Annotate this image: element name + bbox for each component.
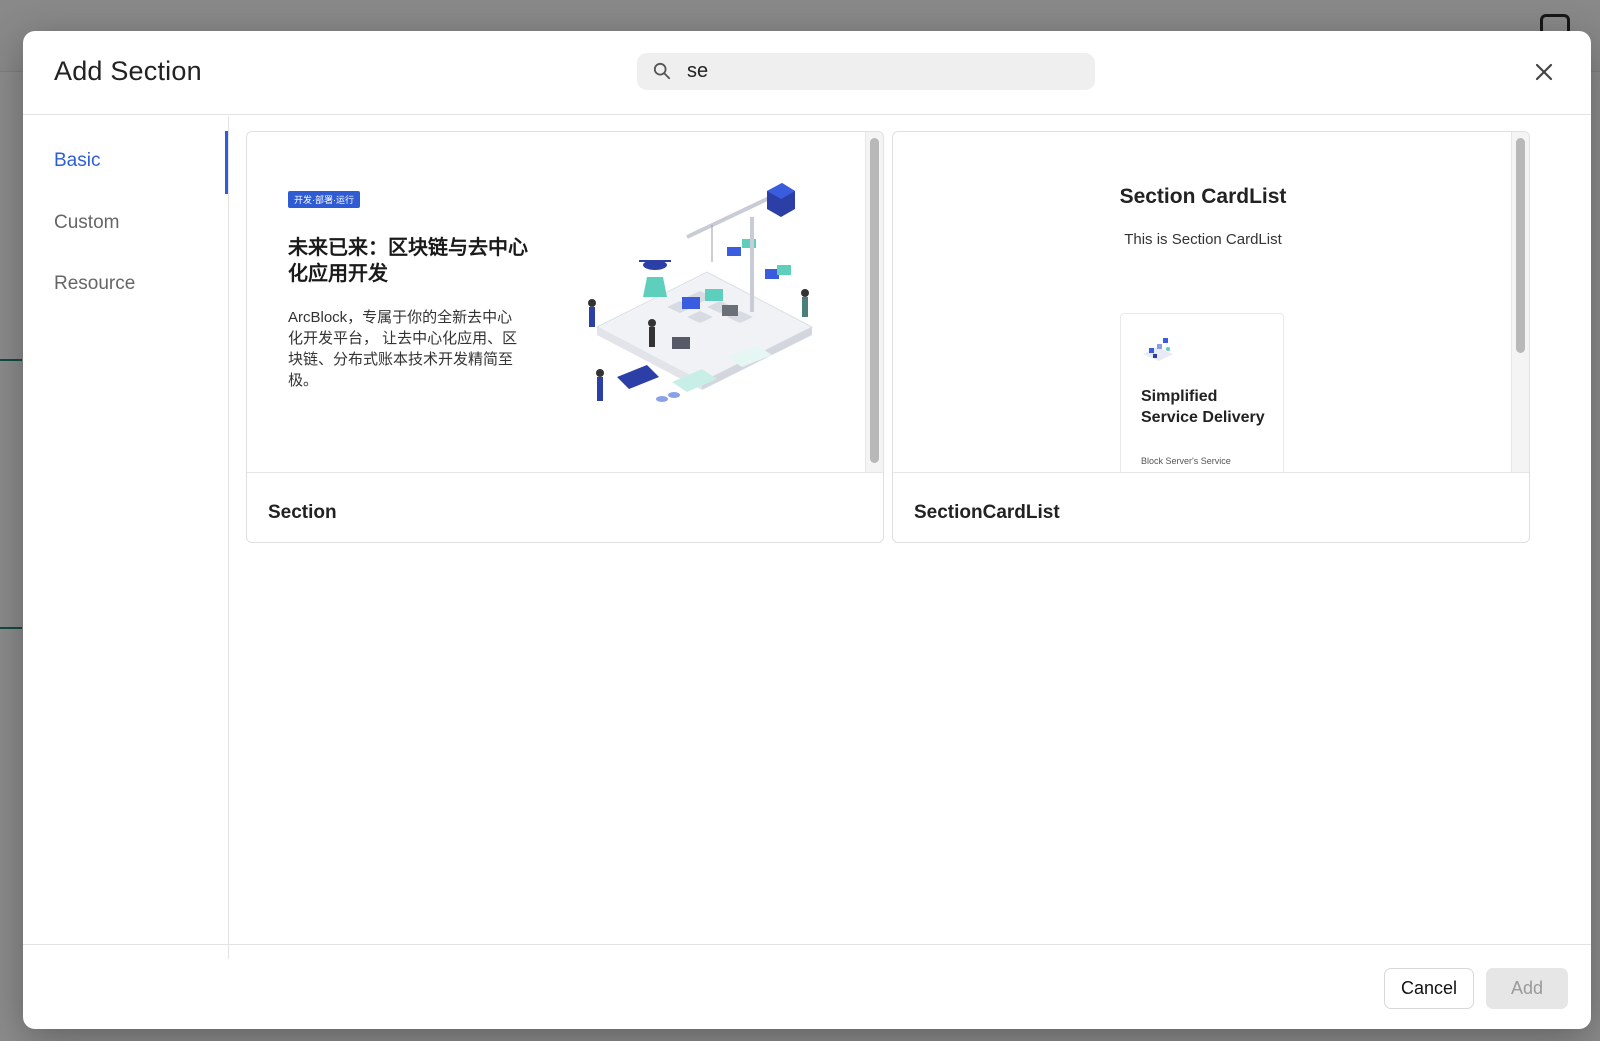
feature-card-subtitle: Block Server's Service	[1141, 456, 1231, 466]
add-section-dialog: Add Section Basic Custom Resource 开发·部署·…	[23, 31, 1591, 1029]
preview-badge: 开发·部署·运行	[288, 191, 360, 208]
card-title: SectionCardList	[914, 502, 1060, 523]
preview-body: ArcBlock，专属于你的全新去中心化开发平台， 让去中心化应用、区块链、分布…	[288, 309, 518, 389]
card-title: Section	[268, 502, 337, 523]
sectioncardlist-card[interactable]: Section CardList This is Section CardLis…	[892, 131, 1530, 543]
search-box[interactable]	[637, 53, 1095, 90]
category-sidebar: Basic Custom Resource	[23, 116, 229, 959]
sidebar-item-basic[interactable]: Basic	[54, 150, 100, 172]
sidebar-item-custom[interactable]: Custom	[54, 212, 119, 234]
preview-title: Section CardList	[1119, 185, 1287, 208]
dialog-title: Add Section	[54, 56, 202, 86]
preview-headline: 未来已来：区块链与去中心化应用开发	[288, 237, 528, 285]
dialog-footer: Cancel Add	[23, 944, 1591, 1029]
feature-card-title: Simplified Service Delivery	[1141, 388, 1265, 426]
cancel-button[interactable]: Cancel	[1384, 968, 1474, 1009]
section-preview: 开发·部署·运行 未来已来：区块链与去中心化应用开发 ArcBlock，专属于你…	[247, 132, 883, 473]
search-icon	[653, 62, 671, 80]
preview-scrollbar[interactable]	[1511, 132, 1529, 472]
sectioncardlist-preview: Section CardList This is Section CardLis…	[893, 132, 1529, 473]
sidebar-item-resource[interactable]: Resource	[54, 273, 135, 295]
dialog-header: Add Section	[23, 31, 1591, 115]
preview-subtitle: This is Section CardList	[1124, 231, 1282, 248]
scrollbar-thumb[interactable]	[1516, 138, 1525, 353]
isometric-illustration	[588, 183, 814, 402]
add-button[interactable]: Add	[1486, 968, 1568, 1009]
preview-feature-card: Simplified Service Delivery Block Server…	[1120, 313, 1284, 472]
feature-illustration-icon	[1143, 338, 1173, 361]
section-card[interactable]: 开发·部署·运行 未来已来：区块链与去中心化应用开发 ArcBlock，专属于你…	[246, 131, 884, 543]
close-icon[interactable]	[1531, 59, 1557, 85]
scrollbar-thumb[interactable]	[870, 138, 879, 463]
search-input[interactable]	[687, 53, 1077, 90]
active-tab-indicator	[225, 131, 228, 194]
preview-scrollbar[interactable]	[865, 132, 883, 472]
